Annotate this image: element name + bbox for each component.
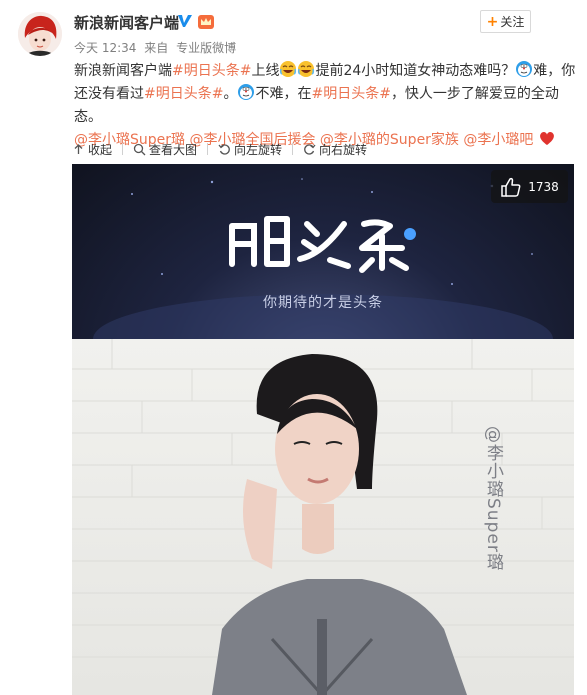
thumbs-up-icon (501, 177, 521, 197)
rotate-right-icon (304, 143, 316, 155)
text-segment: 还没有看过 (74, 86, 144, 102)
banner-slogan: 你期待的才是头条 (263, 295, 383, 311)
follow-label: 关注 (500, 15, 525, 29)
text-segment: 难，你 (533, 63, 576, 79)
image-toolbar: 收起 查看大图 向左旋转 向右旋转 (72, 138, 580, 160)
divider (122, 143, 124, 155)
author-name[interactable]: 新浪新闻客户端 (74, 12, 179, 33)
topic-link[interactable]: #明日头条# (144, 86, 223, 102)
view-large-label: 查看大图 (149, 142, 198, 157)
rotate-right-button[interactable]: 向右旋转 (303, 141, 367, 158)
emoji-doraemon-icon (238, 84, 255, 100)
verified-icon[interactable] (176, 12, 194, 30)
like-button[interactable]: 1738 (491, 170, 568, 203)
topic-link[interactable]: #明日头条# (311, 86, 390, 102)
text-segment: 提前24小时知道女神动态难吗？ (315, 63, 516, 79)
divider (207, 143, 209, 155)
plus-icon: + (486, 13, 499, 30)
image-watermark: @李小璐Super璐 (483, 426, 503, 571)
rotate-left-icon (218, 143, 230, 155)
search-icon (133, 143, 146, 155)
emoji-doraemon-icon (516, 61, 533, 77)
avatar[interactable] (18, 12, 62, 56)
follow-button[interactable]: + 关注 (480, 10, 531, 33)
crown-icon[interactable] (197, 13, 215, 31)
text-line-2: 还没有看过#明日头条#。 不难，在#明日头条#，快人一步了解爱豆的全动态。 (74, 83, 580, 129)
emoji-laugh-icon (298, 61, 315, 77)
post-meta: 今天 12:34 来自 专业版微博 (74, 39, 240, 56)
text-segment: 新浪新闻客户端 (74, 63, 172, 79)
rotate-left-button[interactable]: 向左旋转 (218, 141, 282, 158)
collapse-icon (74, 143, 83, 154)
rotate-left-label: 向左旋转 (234, 142, 283, 157)
text-segment: 上线 (251, 63, 280, 79)
weibo-post: 新浪新闻客户端 今天 12:34 来自 专业版微博 + 关注 新浪新闻客户端#明… (0, 0, 587, 695)
post-image[interactable]: 你期待的才是头条 @李小璐Super璐 (72, 164, 574, 695)
post-source[interactable]: 专业版微博 (176, 41, 236, 55)
rotate-right-label: 向右旋转 (319, 142, 368, 157)
collapse-button[interactable]: 收起 (72, 141, 112, 158)
post-time[interactable]: 今天 12:34 (74, 41, 136, 55)
like-count: 1738 (528, 179, 559, 194)
view-large-button[interactable]: 查看大图 (133, 141, 197, 158)
text-line-1: 新浪新闻客户端#明日头条#上线 提前24小时知道女神动态难吗？ 难，你 (74, 60, 580, 83)
text-segment: 不难，在 (255, 86, 312, 102)
divider (292, 143, 294, 155)
emoji-laugh-icon (280, 61, 297, 77)
topic-link[interactable]: #明日头条# (172, 63, 251, 79)
source-prefix: 来自 (144, 41, 169, 55)
collapse-label: 收起 (88, 142, 113, 157)
text-segment: 。 (223, 86, 238, 102)
